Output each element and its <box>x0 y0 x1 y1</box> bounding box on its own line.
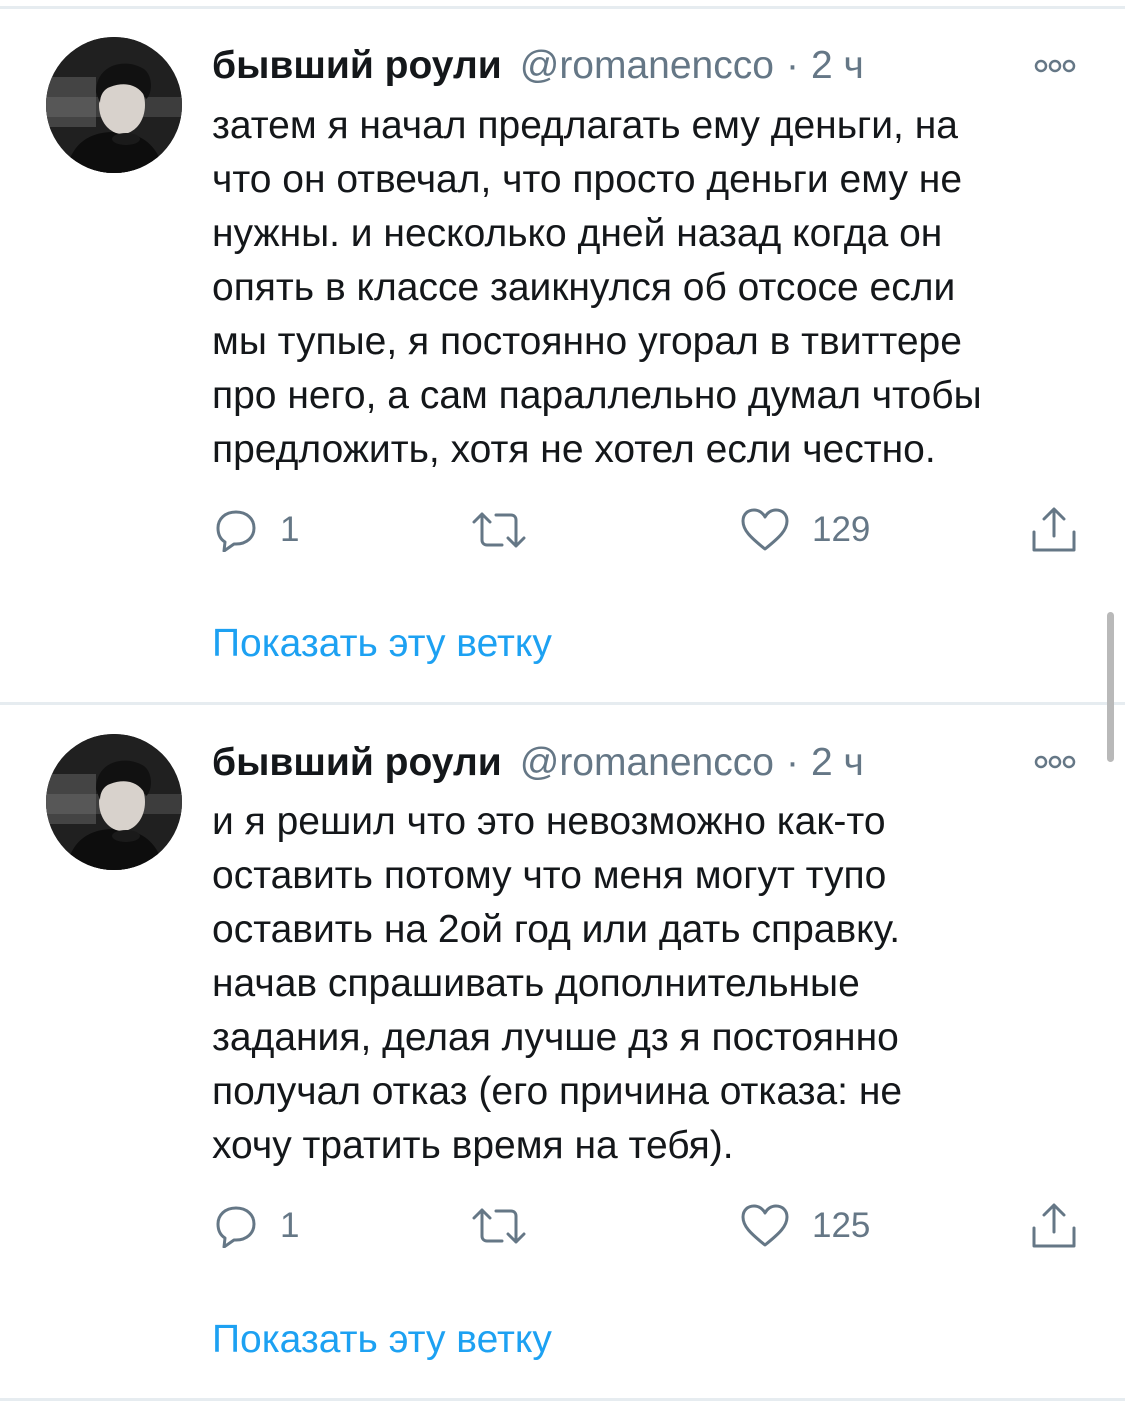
avatar-photo <box>46 734 182 870</box>
tweet-header: бывший роули @romanencco · 2 ч <box>212 741 864 785</box>
display-name[interactable]: бывший роули <box>212 44 502 88</box>
reply-icon <box>216 1206 256 1248</box>
share-button[interactable] <box>1030 500 1078 560</box>
avatar-photo <box>46 37 182 173</box>
top-divider <box>0 6 1125 9</box>
more-icon <box>1034 755 1076 769</box>
bottom-divider <box>0 1398 1125 1401</box>
scrollbar[interactable] <box>1107 612 1114 762</box>
show-thread-link[interactable]: Показать эту ветку <box>212 1318 552 1362</box>
tweet-divider <box>0 702 1125 705</box>
reply-count: 1 <box>280 510 300 549</box>
timestamp[interactable]: 2 ч <box>811 44 864 88</box>
reply-button[interactable]: 1 <box>214 1196 299 1256</box>
user-handle[interactable]: @romanencco <box>520 741 774 785</box>
reply-icon <box>216 510 256 552</box>
retweet-button[interactable] <box>470 1196 528 1256</box>
like-count: 125 <box>812 1206 871 1245</box>
tweet-actions: 1 125 <box>0 1196 1125 1256</box>
tweet-header: бывший роули @romanencco · 2 ч <box>212 44 864 88</box>
more-icon <box>1034 59 1076 73</box>
tweet-actions: 1 129 <box>0 500 1125 560</box>
retweet-button[interactable] <box>470 500 528 560</box>
more-button[interactable] <box>1032 752 1078 772</box>
tweet-text: и я решил что это невозможно как-то оста… <box>212 800 903 1167</box>
reply-button[interactable]: 1 <box>214 500 299 560</box>
more-button[interactable] <box>1032 56 1078 76</box>
heart-icon <box>741 1204 789 1247</box>
show-thread-link[interactable]: Показать эту ветку <box>212 622 552 666</box>
share-icon <box>1032 1203 1076 1248</box>
share-icon <box>1032 507 1076 552</box>
avatar[interactable] <box>46 734 182 870</box>
tweet-text: затем я начал предлагать ему деньги, на … <box>212 104 982 471</box>
heart-icon <box>741 508 789 551</box>
like-button[interactable]: 125 <box>740 1196 870 1256</box>
reply-count: 1 <box>280 1206 300 1245</box>
like-button[interactable]: 129 <box>740 500 870 560</box>
avatar[interactable] <box>46 37 182 173</box>
retweet-icon <box>472 1208 526 1244</box>
separator-dot: · <box>785 741 799 784</box>
user-handle[interactable]: @romanencco <box>520 44 774 88</box>
retweet-icon <box>472 512 526 548</box>
like-count: 129 <box>812 510 871 549</box>
display-name[interactable]: бывший роули <box>212 741 502 785</box>
separator-dot: · <box>785 44 799 87</box>
timestamp[interactable]: 2 ч <box>811 741 864 785</box>
share-button[interactable] <box>1030 1196 1078 1256</box>
